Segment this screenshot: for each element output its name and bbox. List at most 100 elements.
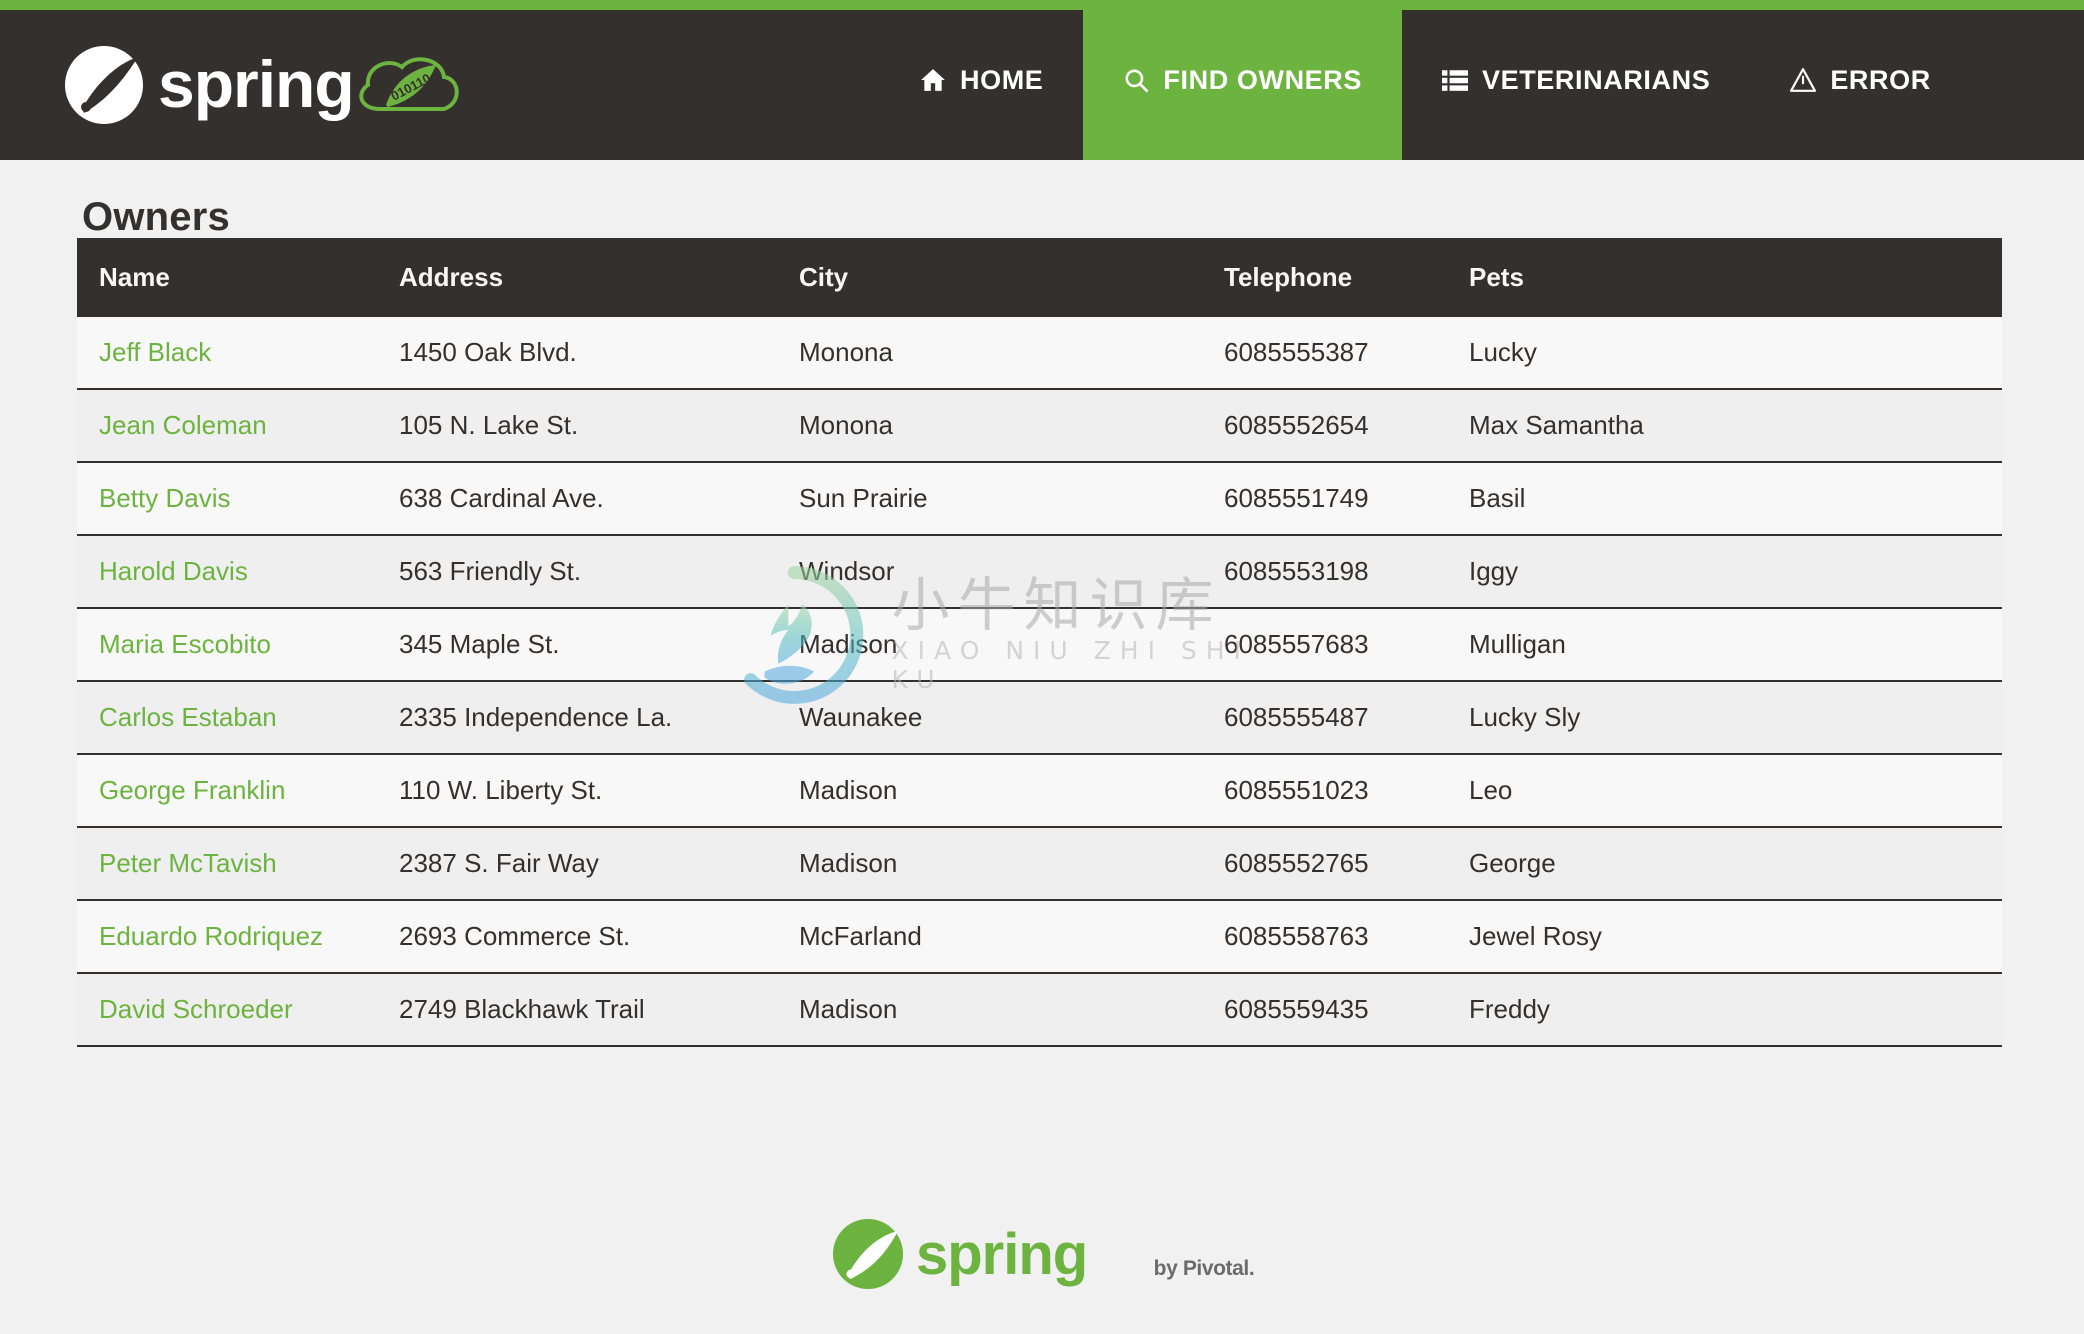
cell-pets: Max Samantha xyxy=(1447,388,2002,462)
cell-telephone: 6085551023 xyxy=(1202,753,1447,827)
nav-item-error-label: ERROR xyxy=(1830,64,1931,95)
cell-pets: George xyxy=(1447,826,2002,900)
cell-address: 110 W. Liberty St. xyxy=(377,753,777,827)
warning-triangle-icon xyxy=(1790,67,1817,93)
cell-pets: Basil xyxy=(1447,461,2002,535)
table-row: Carlos Estaban 2335 Independence La. Wauna… xyxy=(77,680,2002,754)
cell-city: Madison xyxy=(777,972,1202,1047)
table-row: George Franklin 110 W. Liberty St. Madison… xyxy=(77,753,2002,827)
svg-text:spring: spring xyxy=(916,1222,1087,1287)
cell-pets: Lucky Sly xyxy=(1447,680,2002,754)
cell-city: Madison xyxy=(777,753,1202,827)
home-icon xyxy=(920,67,946,93)
list-icon xyxy=(1442,67,1468,93)
cell-telephone: 6085559435 xyxy=(1202,972,1447,1047)
cell-pets: Mulligan xyxy=(1447,607,2002,681)
nav-item-error[interactable]: ERROR xyxy=(1750,0,1971,160)
spring-leaf-logo-icon: spring 010110 xyxy=(65,46,459,124)
column-header-address: Address xyxy=(377,238,777,317)
cell-address: 2693 Commerce St. xyxy=(377,899,777,973)
page-title: Owners xyxy=(82,195,230,239)
cell-address: 2749 Blackhawk Trail xyxy=(377,972,777,1047)
cell-pets: Lucky xyxy=(1469,337,1537,367)
nav-item-find-owners[interactable]: FIND OWNERS xyxy=(1083,0,1402,160)
cell-city: Windsor xyxy=(777,534,1202,608)
column-header-city: City xyxy=(777,238,1202,317)
cell-name: Betty Davis xyxy=(77,461,377,535)
footer-byline: by Pivotal. xyxy=(1153,1257,1255,1280)
owner-link[interactable]: Harold Davis xyxy=(99,556,248,586)
owner-link[interactable]: Jeff Black xyxy=(99,337,211,367)
cell-address: 638 Cardinal Ave. xyxy=(377,461,777,535)
search-icon xyxy=(1123,67,1149,93)
owner-link[interactable]: Betty Davis xyxy=(99,483,231,513)
table-row: Eduardo Rodriquez 2693 Commerce St. McFarl… xyxy=(77,899,2002,973)
owner-link[interactable]: David Schroeder xyxy=(99,994,293,1024)
cell-telephone: 6085557683 xyxy=(1202,607,1447,681)
cell-address: 2335 Independence La. xyxy=(377,680,777,754)
column-header-telephone: Telephone xyxy=(1202,238,1447,317)
spring-leaf-logo-icon: spring xyxy=(832,1219,1088,1289)
owner-link[interactable]: Jean Coleman xyxy=(99,410,267,440)
cell-pets: Freddy xyxy=(1447,972,2002,1047)
cell-city: McFarland xyxy=(777,899,1202,973)
cell-name: David Schroeder xyxy=(77,972,377,1047)
cell-name: Peter McTavish xyxy=(77,826,377,900)
cell-telephone: 6085552654 xyxy=(1202,388,1447,462)
cell-name: Carlos Estaban xyxy=(77,680,377,754)
brand-logo[interactable]: spring 010110 xyxy=(62,30,522,140)
cell-telephone: 6085555487 xyxy=(1202,680,1447,754)
cell-address: 345 Maple St. xyxy=(377,607,777,681)
cell-address: 105 N. Lake St. xyxy=(377,388,777,462)
nav-item-home-label: HOME xyxy=(960,64,1044,95)
owner-link[interactable]: George Franklin xyxy=(99,775,285,805)
cell-address: 2387 S. Fair Way xyxy=(377,826,777,900)
cell-telephone: 6085555387 xyxy=(1224,337,1369,367)
table-header-row: Name Address City Telephone Pets xyxy=(77,238,2002,317)
cell-name: Jean Coleman xyxy=(77,388,377,462)
cell-city: Waunakee xyxy=(777,680,1202,754)
nav-item-find-owners-label: FIND OWNERS xyxy=(1163,64,1362,95)
cell-name: George Franklin xyxy=(77,753,377,827)
page-root: spring 010110 HOME FIND OWNERS VETERINAR… xyxy=(0,0,2084,1334)
cell-address: 563 Friendly St. xyxy=(377,534,777,608)
svg-text:spring: spring xyxy=(158,47,354,121)
cell-name: Eduardo Rodriquez xyxy=(77,899,377,973)
table-row: Jeff Black 1450 Oak Blvd. Monona 6085555387… xyxy=(77,317,2002,389)
cell-city: Monona xyxy=(799,337,893,367)
cell-city: Madison xyxy=(777,826,1202,900)
nav-item-home[interactable]: HOME xyxy=(880,0,1083,160)
cell-name: Harold Davis xyxy=(77,534,377,608)
cell-pets: Iggy xyxy=(1447,534,2002,608)
cell-city: Madison xyxy=(777,607,1202,681)
column-header-pets: Pets xyxy=(1447,238,2002,317)
owner-link[interactable]: Carlos Estaban xyxy=(99,702,277,732)
table-row: Jean Coleman 105 N. Lake St. Monona 6085552… xyxy=(77,388,2002,462)
owner-link[interactable]: Peter McTavish xyxy=(99,848,277,878)
table-row: Betty Davis 638 Cardinal Ave. Sun Prairie 6… xyxy=(77,461,2002,535)
nav-item-veterinarians[interactable]: VETERINARIANS xyxy=(1402,0,1750,160)
owners-table-body: Jeff Black 1450 Oak Blvd. Monona 6085555387… xyxy=(77,317,2002,1047)
table-row: Peter McTavish 2387 S. Fair Way Madison 608… xyxy=(77,826,2002,900)
owner-link[interactable]: Maria Escobito xyxy=(99,629,271,659)
owners-table: Name Address City Telephone Pets Jeff Bl… xyxy=(77,238,2002,1047)
footer: spring by Pivotal. xyxy=(0,1215,2084,1334)
cell-city: Monona xyxy=(777,388,1202,462)
table-row: Maria Escobito 345 Maple St. Madison 608555… xyxy=(77,607,2002,681)
footer-logo[interactable]: spring by Pivotal. xyxy=(830,1215,1255,1293)
cell-city: Sun Prairie xyxy=(777,461,1202,535)
cell-telephone: 6085553198 xyxy=(1202,534,1447,608)
table-row: David Schroeder 2749 Blackhawk Trail Madis… xyxy=(77,972,2002,1047)
navbar: spring 010110 HOME FIND OWNERS VETERINAR… xyxy=(0,0,2084,160)
column-header-name: Name xyxy=(77,238,377,317)
cell-pets: Leo xyxy=(1447,753,2002,827)
nav-links: HOME FIND OWNERS VETERINARIANS ERROR xyxy=(880,0,1971,160)
cell-telephone: 6085552765 xyxy=(1202,826,1447,900)
owner-link[interactable]: Eduardo Rodriquez xyxy=(99,921,323,951)
nav-item-veterinarians-label: VETERINARIANS xyxy=(1482,64,1711,95)
owners-table-head: Name Address City Telephone Pets xyxy=(77,238,2002,317)
cell-pets: Jewel Rosy xyxy=(1447,899,2002,973)
cell-telephone: 6085558763 xyxy=(1202,899,1447,973)
cell-name: Maria Escobito xyxy=(77,607,377,681)
cell-name: Jeff Black xyxy=(77,317,377,389)
